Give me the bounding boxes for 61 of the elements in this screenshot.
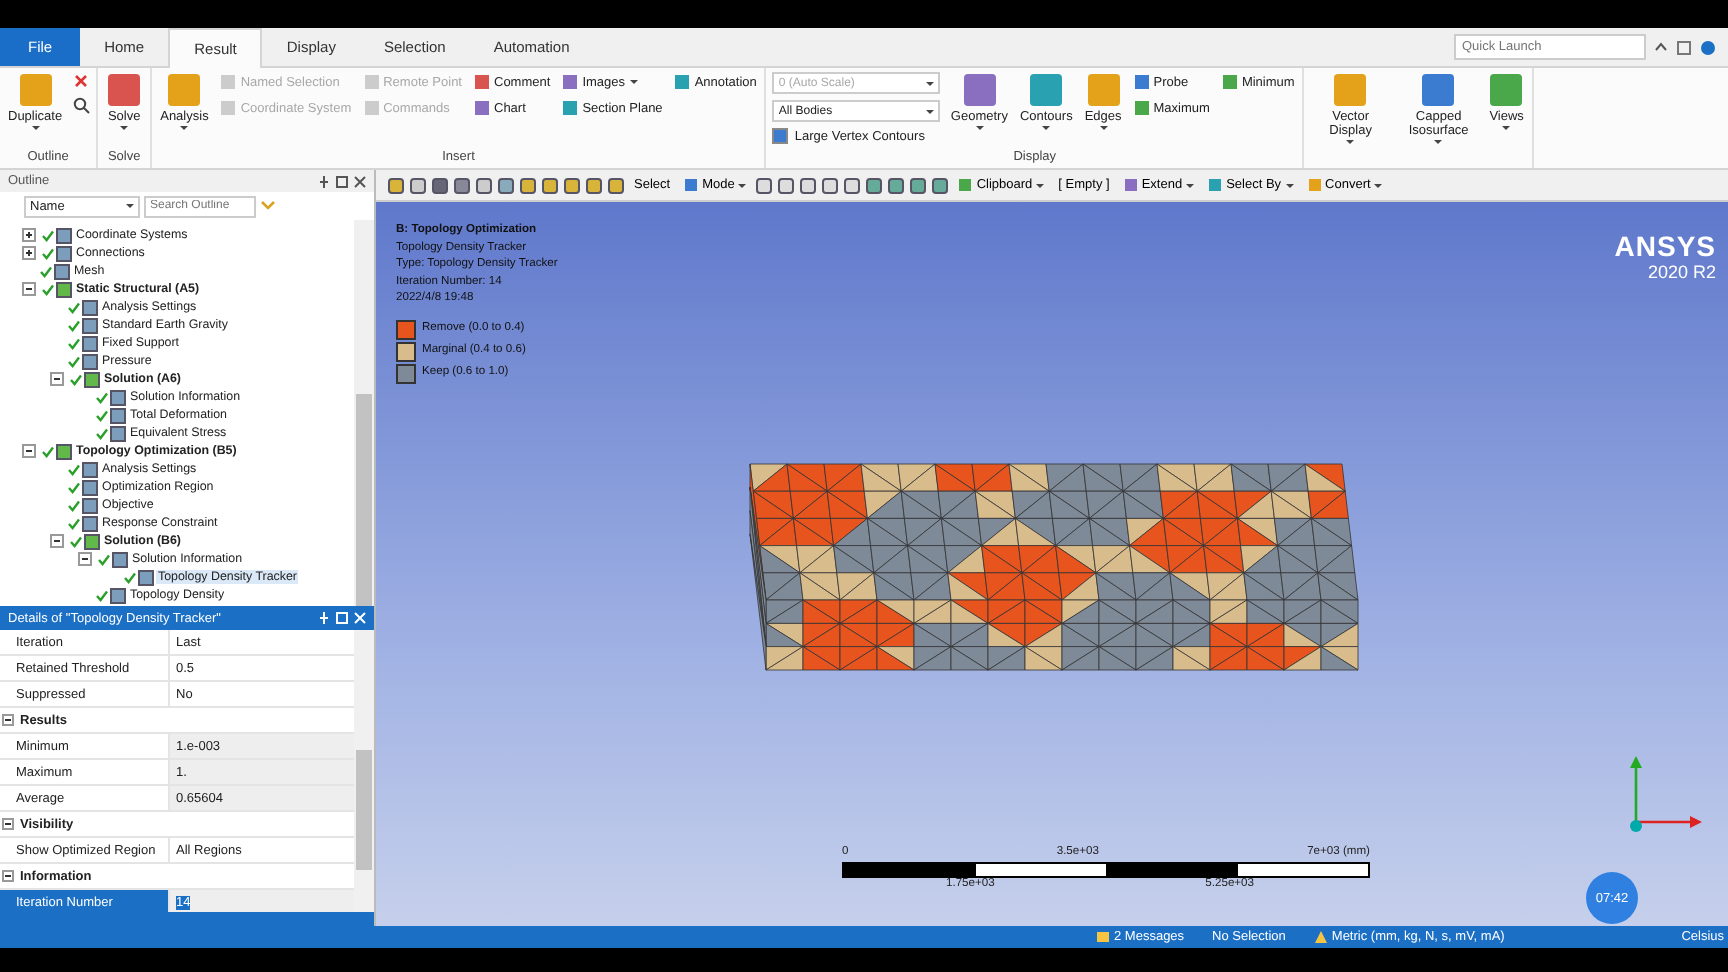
square-icon [363,74,380,90]
square-icon [112,551,128,567]
collapse-icon[interactable] [2,818,14,830]
check-icon [98,553,110,565]
square-icon [138,569,154,585]
scrollbar[interactable] [354,630,374,912]
square-icon [1133,74,1150,90]
expand-icon[interactable] [22,228,36,242]
check-icon [96,589,108,601]
square-icon [56,443,72,459]
square-icon [1085,72,1122,108]
collapse-icon[interactable] [78,552,92,566]
square-icon [1307,178,1322,192]
window-icon[interactable] [1676,39,1692,55]
collapse-icon[interactable] [50,372,64,386]
square-icon [220,100,237,116]
checkbox[interactable] [772,128,789,144]
caret-up-icon[interactable] [1654,40,1668,54]
square-icon [1208,178,1223,192]
square-icon [958,178,973,192]
check-icon [124,571,136,583]
collapse-icon[interactable] [22,282,36,296]
square-icon [1420,72,1457,108]
graphics-viewport[interactable] [376,202,1728,926]
collapse-icon[interactable] [2,714,14,726]
square-icon [1133,100,1150,116]
help-icon[interactable] [1700,39,1716,55]
warning-icon [1313,930,1328,944]
collapse-icon[interactable] [22,444,36,458]
square-icon [363,100,380,116]
square-icon [1488,72,1525,108]
square-icon [106,72,143,108]
square-icon [684,178,699,192]
square-icon [1028,72,1065,108]
check-icon [42,445,54,457]
collapse-icon[interactable] [50,534,64,548]
expand-icon[interactable] [22,246,36,260]
square-icon [474,74,490,90]
maximize-icon[interactable] [336,175,348,187]
square-icon [961,72,998,108]
square-icon [674,74,691,90]
square-icon [562,74,579,90]
search-icon[interactable] [72,96,91,114]
square-icon [1123,178,1138,192]
close-icon[interactable] [72,72,91,90]
logo-text: ANSYS [1614,230,1716,262]
square-icon [166,72,203,108]
square-icon [1332,72,1369,108]
square-icon [110,587,126,603]
square-icon [17,72,54,108]
pin-icon[interactable] [318,175,330,187]
square-icon [1221,74,1238,90]
square-icon [474,100,490,116]
close-icon[interactable] [354,175,366,187]
square-icon [562,100,579,116]
scrollbar[interactable] [354,220,374,606]
square-icon [220,74,237,90]
axis-triad-drawing [1630,756,1702,832]
message-icon [1096,930,1110,944]
version-text: 2020 R2 [1645,262,1716,282]
collapse-icon[interactable] [2,870,14,882]
